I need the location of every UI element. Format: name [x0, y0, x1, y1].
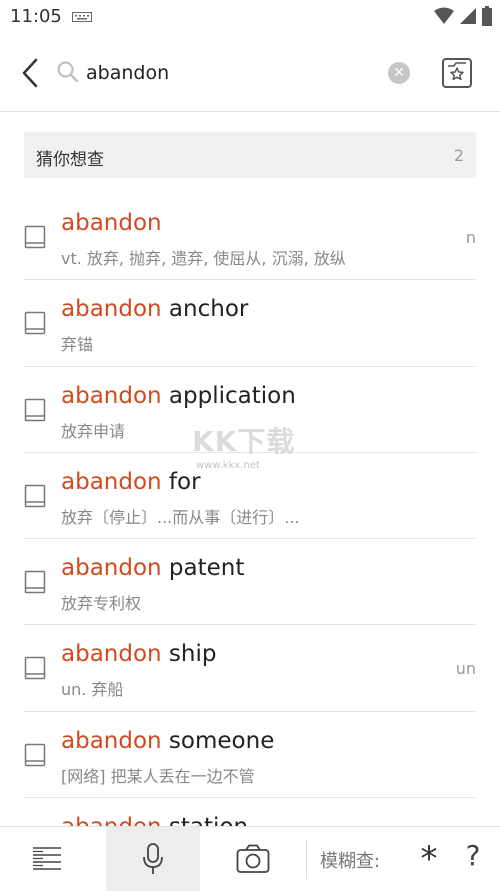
list-item[interactable]: abandon station — [0, 798, 500, 826]
result-match: abandon — [61, 468, 162, 495]
voice-search-button[interactable] — [106, 827, 200, 891]
status-bar: 11:05 — [0, 0, 500, 34]
result-word: abandon ship — [61, 641, 217, 667]
status-icons — [434, 6, 492, 26]
list-item[interactable]: abandon for 放弃〔停止〕...而从事〔进行〕... — [0, 453, 500, 540]
result-rest: for — [161, 468, 201, 495]
keyboard-icon — [72, 12, 92, 22]
wifi-icon — [434, 7, 454, 24]
result-match: abandon — [61, 641, 162, 668]
result-definition: 放弃〔停止〕...而从事〔进行〕... — [61, 507, 300, 527]
result-definition: vt. 放弃, 抛弃, 遗弃, 使屈从, 沉溺, 放纵 — [61, 249, 346, 268]
result-match: abandon — [61, 555, 162, 582]
camera-search-button[interactable] — [200, 827, 306, 891]
result-word: abandon application — [61, 383, 296, 409]
search-input[interactable] — [86, 58, 376, 88]
search-bar: ✕ — [0, 40, 500, 106]
book-icon — [24, 398, 46, 421]
result-word: abandon someone — [61, 728, 274, 754]
result-match: abandon — [61, 814, 162, 826]
book-icon — [24, 312, 46, 335]
result-rest: application — [161, 382, 296, 409]
status-time: 11:05 — [10, 6, 62, 27]
result-definition: [网络] 把某人丢在一边不管 — [61, 766, 255, 786]
header-divider — [0, 111, 500, 112]
result-rest: ship — [161, 641, 217, 668]
book-icon — [24, 570, 46, 594]
back-icon[interactable] — [16, 56, 46, 90]
results-list: abandon vt. 放弃, 抛弃, 遗弃, 使屈从, 沉溺, 放纵 n ab… — [0, 194, 500, 826]
toolbar-divider — [306, 839, 307, 879]
result-rest: patent — [161, 555, 245, 582]
list-item[interactable]: abandon patent 放弃专利权 — [0, 539, 500, 626]
result-word: abandon — [61, 210, 162, 236]
favorites-icon — [448, 62, 466, 81]
result-match: abandon — [61, 382, 162, 409]
fuzzy-search-label: 模糊查: — [320, 851, 381, 872]
result-word: abandon for — [61, 469, 201, 495]
bottom-toolbar: 模糊查: * ? — [0, 826, 500, 891]
result-word: abandon patent — [61, 555, 244, 581]
result-pos: un — [455, 659, 476, 679]
result-pos: n — [465, 228, 476, 247]
result-definition: 放弃申请 — [61, 421, 126, 441]
search-icon — [57, 61, 79, 83]
result-definition: 弃锚 — [61, 335, 94, 355]
guess-bar[interactable]: 猜你想查 2 — [24, 132, 476, 178]
list-item[interactable]: abandon ship un. 弃船 un — [0, 625, 500, 712]
signal-icon — [460, 8, 476, 24]
guess-label: 猜你想查 — [36, 150, 104, 170]
microphone-icon — [143, 843, 163, 874]
result-definition: 放弃专利权 — [61, 594, 142, 614]
result-match: abandon — [61, 727, 162, 754]
result-word: abandon anchor — [61, 296, 248, 322]
result-rest: station — [162, 814, 248, 826]
result-rest: someone — [161, 727, 275, 754]
result-definition: un. 弃船 — [61, 680, 124, 700]
camera-icon — [236, 844, 270, 873]
result-match: abandon — [61, 296, 162, 323]
battery-icon — [482, 6, 492, 26]
result-word: abandon station — [61, 814, 248, 826]
list-item[interactable]: abandon anchor 弃锚 — [0, 280, 500, 367]
book-icon — [24, 657, 46, 680]
result-rest: anchor — [161, 296, 249, 323]
result-match: abandon — [61, 210, 162, 236]
wildcard-question-button[interactable]: ? — [458, 839, 488, 879]
list-item[interactable]: abandon vt. 放弃, 抛弃, 遗弃, 使屈从, 沉溺, 放纵 n — [0, 194, 500, 281]
guess-count: 2 — [453, 146, 464, 165]
book-icon — [24, 225, 46, 249]
clear-icon[interactable]: ✕ — [388, 62, 410, 84]
menu-button[interactable] — [0, 827, 106, 891]
wildcard-star-button[interactable]: * — [414, 839, 444, 879]
book-icon — [24, 743, 46, 767]
book-icon — [24, 484, 46, 508]
menu-icon — [33, 847, 61, 870]
list-item[interactable]: abandon someone [网络] 把某人丢在一边不管 — [0, 712, 500, 799]
list-item[interactable]: abandon application 放弃申请 — [0, 367, 500, 453]
favorites-button[interactable] — [442, 58, 472, 88]
